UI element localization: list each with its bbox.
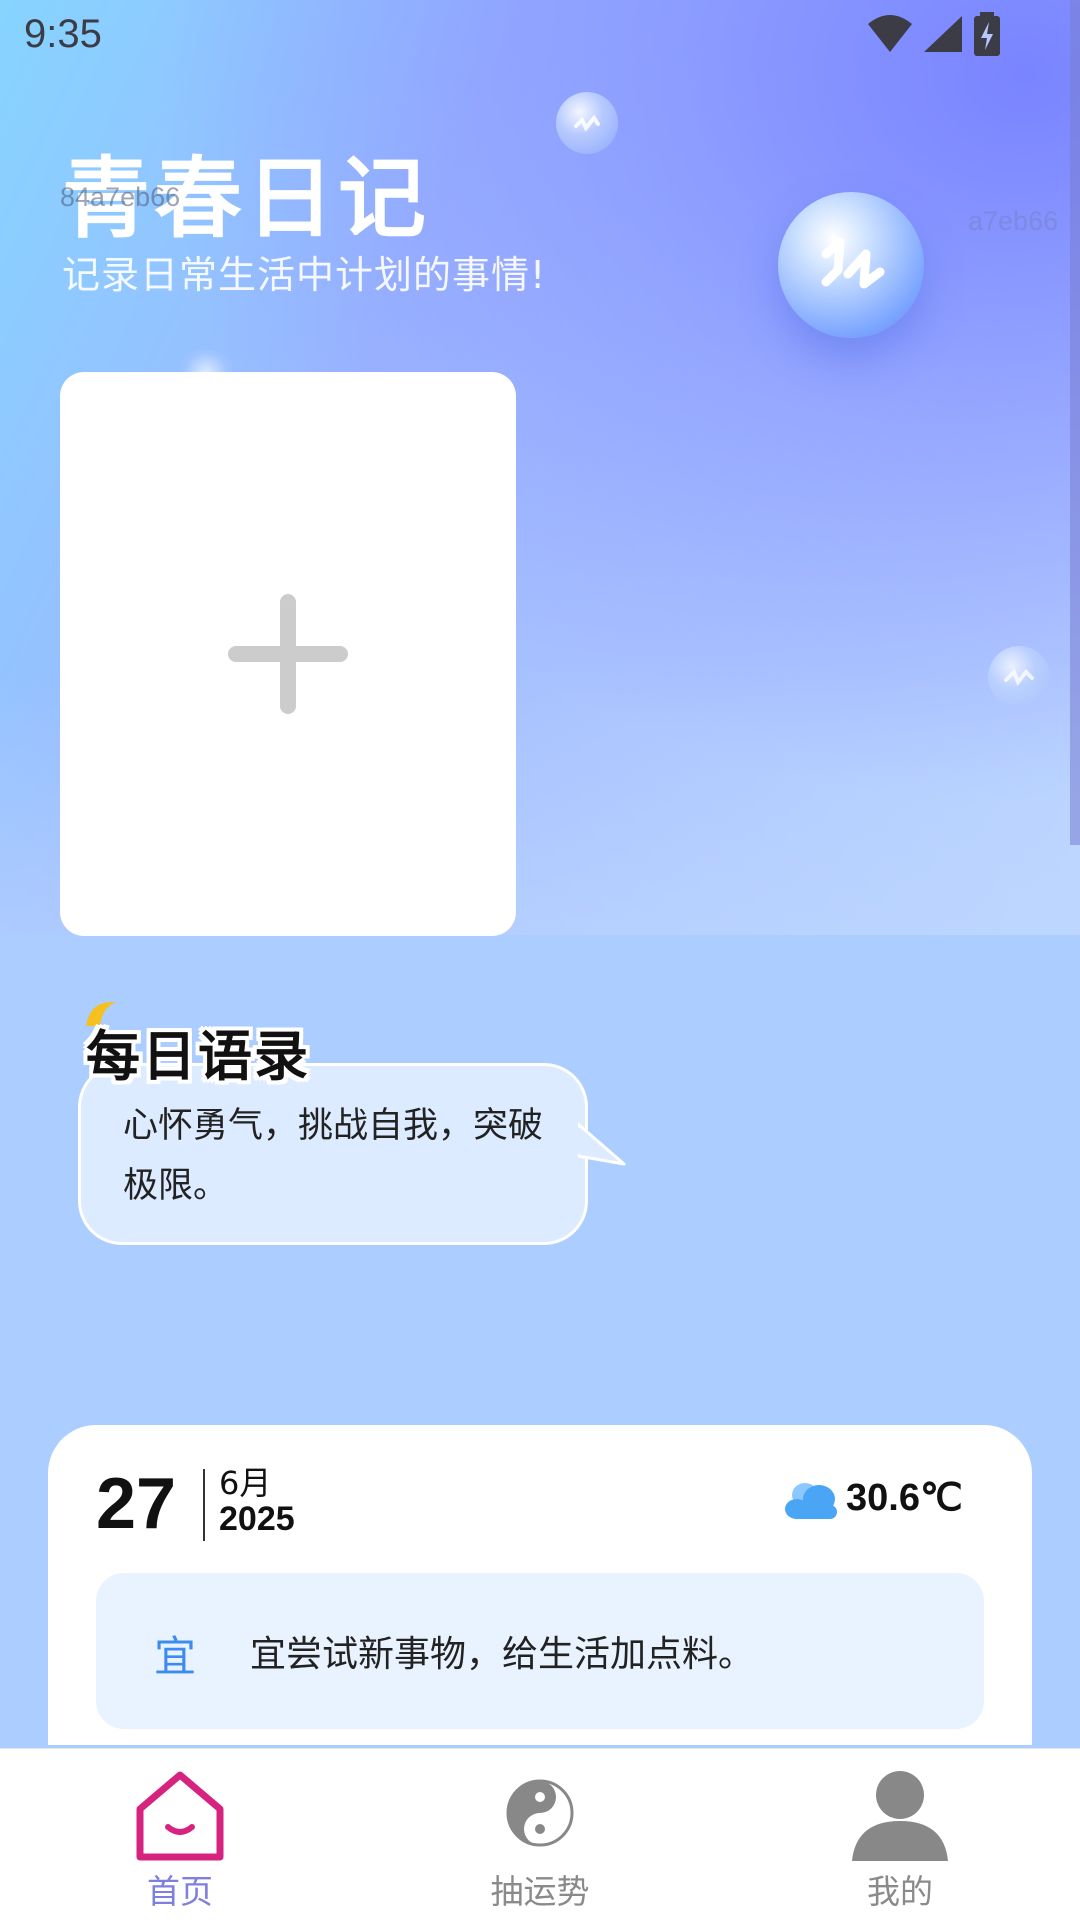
app-subtitle: 记录日常生活中计划的事情! xyxy=(62,253,547,297)
quote-bubble-tail xyxy=(578,1122,626,1166)
auspicious-box: 宜 宜尝试新事物，给生活加点料。 xyxy=(96,1573,984,1729)
watermark-text: 84a7eb66 xyxy=(60,182,181,212)
calendar-divider xyxy=(203,1469,205,1541)
nav-label-home: 首页 xyxy=(147,1872,213,1911)
watermark-text-right: a7eb66 xyxy=(968,206,1059,236)
add-diary-card[interactable] xyxy=(60,372,516,936)
status-icons xyxy=(866,12,1002,56)
nav-item-home[interactable]: 首页 xyxy=(80,1749,280,1920)
calendar-day: 27 xyxy=(96,1464,177,1544)
calendar-month: 6月 xyxy=(219,1464,272,1502)
home-icon xyxy=(136,1771,224,1861)
status-time: 9:35 xyxy=(24,12,102,56)
auspicious-label: 宜 xyxy=(154,1632,197,1681)
calendar-year: 2025 xyxy=(219,1500,295,1538)
nav-item-fortune[interactable]: 抽运势 xyxy=(440,1749,640,1920)
signal-icon xyxy=(924,16,962,52)
quote-text: 心怀勇气，挑战自我，突破极限。 xyxy=(123,1106,544,1206)
cloud-icon xyxy=(785,1483,837,1519)
nav-item-mine[interactable]: 我的 xyxy=(800,1749,1000,1920)
yin-yang-icon xyxy=(506,1779,574,1847)
temperature: 30.6℃ xyxy=(846,1477,963,1519)
home-screen: 9:35 青春日记 84a7eb66 a7eb66 记录日常生活中计划的事情! xyxy=(0,0,1080,1920)
auspicious-text: 宜尝试新事物，给生活加点料。 xyxy=(250,1634,755,1675)
nav-label-fortune: 抽运势 xyxy=(490,1872,590,1911)
decorative-bubble-icon xyxy=(778,192,924,338)
calendar-card: 27 6月 2025 30.6℃ 宜 宜尝试新事物，给生活加点料。 xyxy=(48,1425,1032,1745)
nav-label-mine: 我的 xyxy=(867,1872,933,1911)
quote-title: 每日语录 xyxy=(86,1025,310,1088)
decorative-bubble-icon xyxy=(988,646,1050,708)
decorative-bubble-icon xyxy=(556,92,618,154)
scrollbar[interactable] xyxy=(1070,0,1080,845)
plus-icon xyxy=(228,594,348,714)
battery-charging-icon xyxy=(974,12,1000,56)
wifi-icon xyxy=(868,15,912,52)
person-icon xyxy=(852,1771,948,1861)
bottom-navigation: 首页 抽运势 我的 xyxy=(0,1748,1080,1920)
